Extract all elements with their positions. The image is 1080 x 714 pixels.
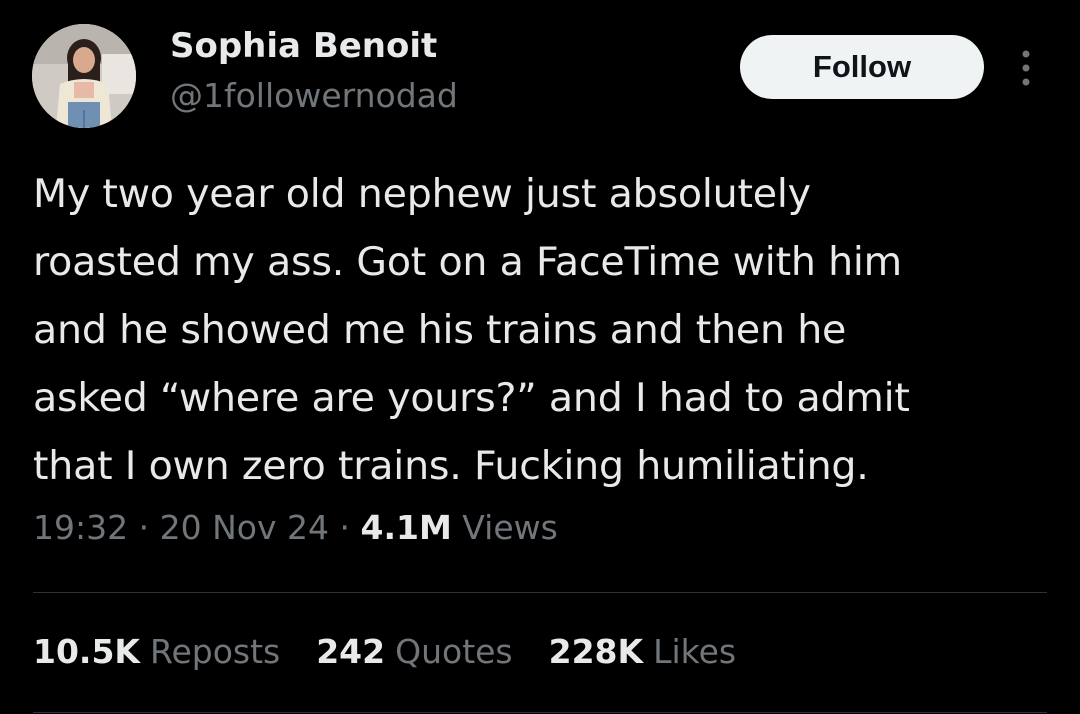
- follow-button[interactable]: Follow: [740, 35, 984, 99]
- views-count: 4.1M: [360, 508, 452, 547]
- user-handle[interactable]: @1followernodad: [170, 76, 458, 115]
- avatar[interactable]: [32, 24, 136, 128]
- quotes-stat[interactable]: 242 Quotes: [316, 632, 512, 671]
- display-name[interactable]: Sophia Benoit: [170, 26, 437, 66]
- tweet-date[interactable]: 20 Nov 24: [160, 508, 329, 547]
- more-options-button[interactable]: [1008, 40, 1044, 96]
- divider-bottom: [33, 712, 1047, 713]
- avatar-photo: [32, 24, 136, 128]
- more-vertical-icon: [1022, 50, 1030, 86]
- tweet-card: Sophia Benoit @1followernodad Follow My …: [0, 0, 1080, 714]
- reposts-label: Reposts: [150, 632, 281, 671]
- quotes-count: 242: [316, 632, 386, 671]
- meta-separator: ·: [339, 508, 350, 547]
- tweet-text: My two year old nephew just absolutely r…: [33, 171, 910, 489]
- reposts-stat[interactable]: 10.5K Reposts: [33, 632, 280, 671]
- reposts-count: 10.5K: [33, 632, 140, 671]
- tweet-time[interactable]: 19:32: [33, 508, 128, 547]
- views-label: Views: [462, 508, 558, 547]
- engagement-stats: 10.5K Reposts 242 Quotes 228K Likes: [33, 632, 736, 671]
- meta-separator: ·: [138, 508, 150, 547]
- likes-stat[interactable]: 228K Likes: [549, 632, 736, 671]
- likes-label: Likes: [653, 632, 737, 671]
- likes-count: 228K: [548, 632, 644, 671]
- quotes-label: Quotes: [395, 632, 513, 671]
- tweet-meta: 19:32 · 20 Nov 24 · 4.1M Views: [33, 508, 558, 547]
- divider: [33, 592, 1047, 593]
